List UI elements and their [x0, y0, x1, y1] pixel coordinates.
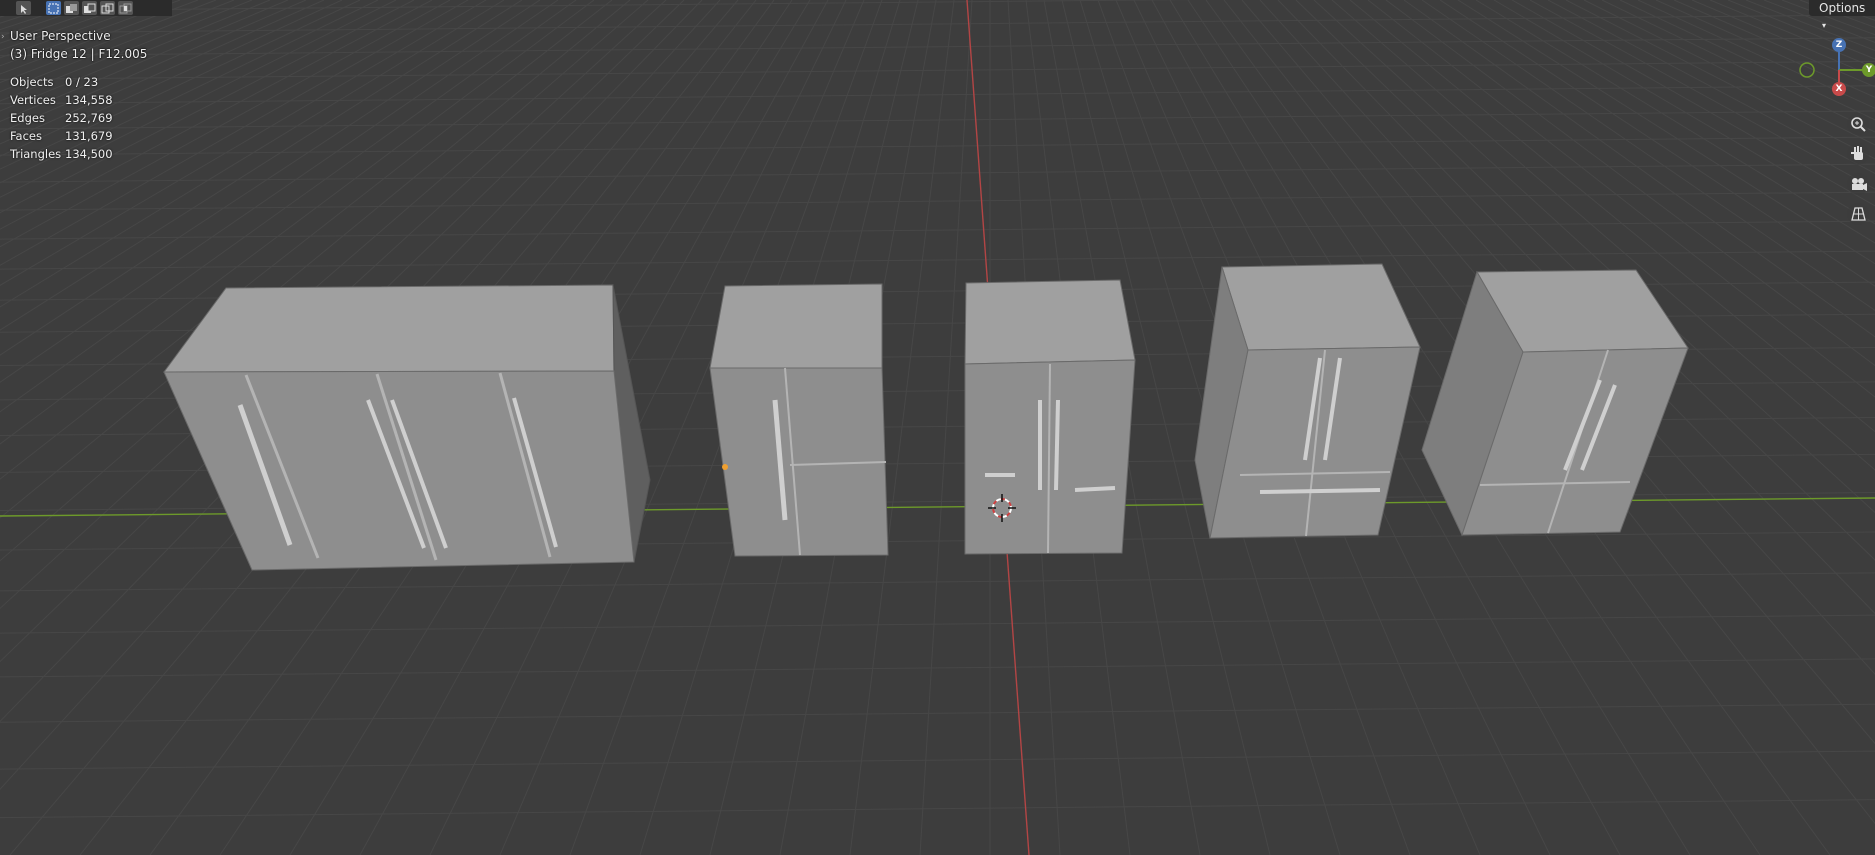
- 3d-viewport[interactable]: [0, 0, 1875, 855]
- stat-objects-label: Objects: [10, 75, 54, 89]
- fridge-model-2[interactable]: [709, 283, 889, 557]
- fridge-model-5[interactable]: [1421, 269, 1689, 537]
- gizmo-x-axis[interactable]: X: [1832, 82, 1846, 96]
- mode-subtract-icon[interactable]: [82, 1, 97, 15]
- options-label: Options: [1819, 1, 1866, 15]
- mode-extend-icon[interactable]: [64, 1, 79, 15]
- mode-new-icon[interactable]: [46, 1, 61, 15]
- object-origin-dot: [722, 464, 728, 470]
- tool-header: [0, 0, 172, 16]
- mode-invert-icon[interactable]: [100, 1, 115, 15]
- stat-triangles-value: 134,500: [65, 147, 113, 161]
- stat-triangles-label: Triangles: [10, 147, 62, 161]
- gizmo-z-axis[interactable]: Z: [1832, 38, 1846, 52]
- stat-vertices-value: 134,558: [65, 93, 113, 107]
- camera-icon[interactable]: [1847, 173, 1869, 195]
- navigation-gizmo[interactable]: Z Y X: [1795, 36, 1875, 104]
- view-perspective-label: User Perspective: [10, 29, 111, 43]
- overlay-collapse-arrow[interactable]: ›: [1, 32, 5, 42]
- fridge-model-4[interactable]: [1194, 263, 1421, 539]
- hand-pan-icon[interactable]: [1847, 143, 1869, 165]
- stat-edges-label: Edges: [10, 111, 45, 125]
- gizmo-y-axis[interactable]: Y: [1862, 63, 1875, 77]
- zoom-icon[interactable]: [1847, 113, 1869, 135]
- mode-intersect-icon[interactable]: [118, 1, 133, 15]
- stat-vertices-label: Vertices: [10, 93, 56, 107]
- fridge-model-1[interactable]: [163, 284, 651, 571]
- grid-view-icon[interactable]: [1847, 203, 1869, 225]
- chevron-down-icon: ▾: [1822, 21, 1827, 30]
- options-dropdown[interactable]: Options ▾: [1809, 0, 1875, 30]
- stat-faces-value: 131,679: [65, 129, 113, 143]
- stat-edges-value: 252,769: [65, 111, 113, 125]
- stat-faces-label: Faces: [10, 129, 42, 143]
- active-object-label: (3) Fridge 12 | F12.005: [10, 47, 148, 61]
- select-tool-icon[interactable]: [16, 1, 31, 15]
- fridge-model-3[interactable]: [964, 279, 1136, 555]
- stat-objects-value: 0 / 23: [65, 75, 99, 89]
